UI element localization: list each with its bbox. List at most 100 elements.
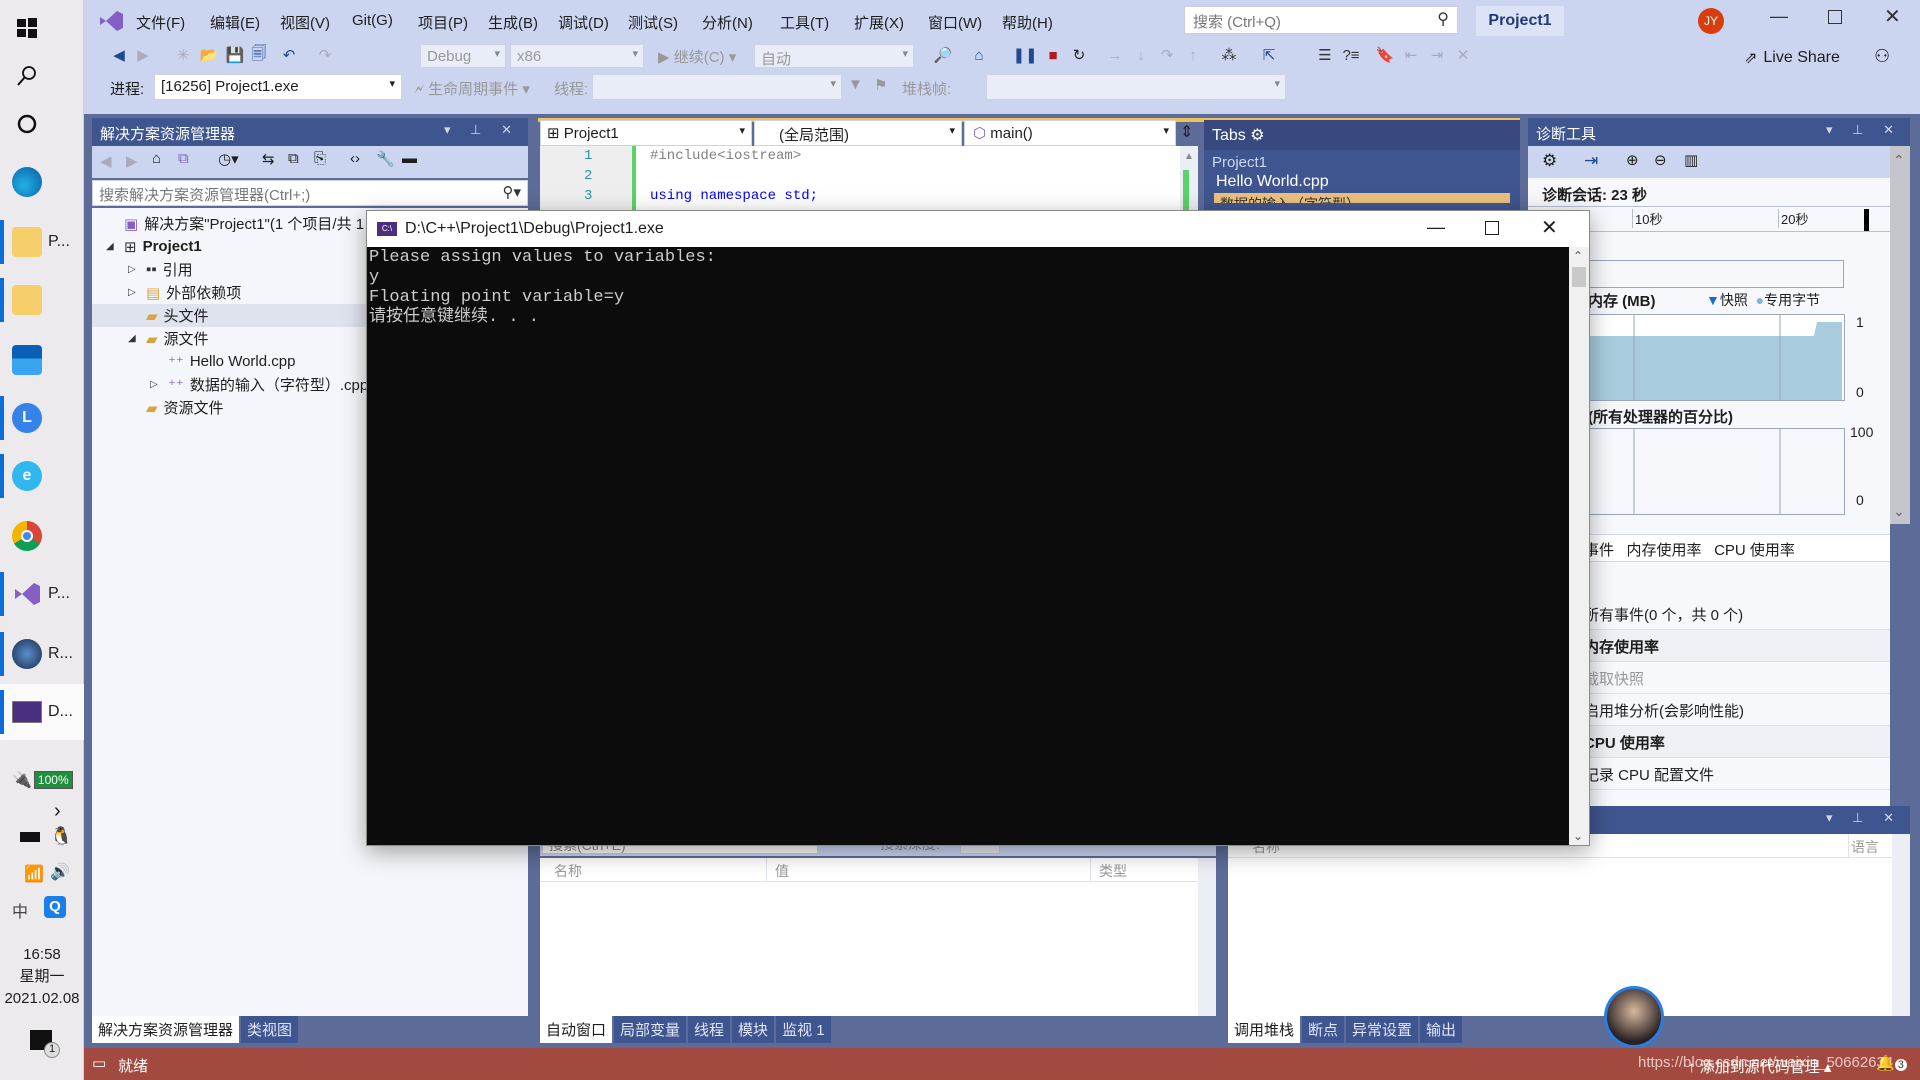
stackframe-select[interactable] [986,74,1286,100]
pane-controls[interactable]: ▾ ⊥ ✕ [1826,810,1902,826]
quick-search-input[interactable]: 搜索 (Ctrl+Q) ⚲ [1184,6,1458,34]
save-all-icon[interactable]: 🗐 [248,44,270,66]
taskbar-explorer-2[interactable] [0,272,84,328]
console-titlebar[interactable]: C:\ D:\C++\Project1\Debug\Project1.exe [367,211,1589,247]
tab-modules[interactable]: 模块 [732,1016,775,1043]
callstack-scrollbar[interactable] [1892,834,1910,1016]
tree-item[interactable]: ▷ ▪▪ 引用 [128,258,193,281]
show-next-statement-icon[interactable]: → [1104,44,1126,66]
cortana-button[interactable] [0,96,84,152]
home-icon[interactable]: ⌂ [152,150,161,167]
menu-item[interactable]: 窗口(W) [922,10,988,35]
pending-changes-icon[interactable]: ◷▾ [218,150,239,168]
tree-item[interactable]: ▣ 解决方案"Project1"(1 个项目/共 1 [106,212,364,235]
chevron-right-icon[interactable]: › [54,800,61,823]
expanded-arrow-icon[interactable]: ◢ [106,241,118,252]
autos-scrollbar[interactable] [1198,858,1216,1016]
expanded-arrow-icon[interactable]: ◢ [128,333,140,344]
zoom-out-icon[interactable]: ⊖ [1654,151,1667,169]
tab-class-view[interactable]: 类视图 [241,1016,299,1043]
tree-item[interactable]: ▷ ⁺⁺ 数据的输入（字符型）.cpp [150,373,368,396]
menu-item[interactable]: 项目(P) [412,10,474,35]
chart-icon[interactable]: ▥ [1684,151,1698,169]
taskbar-console[interactable]: D... [0,684,84,740]
wifi-icon[interactable]: 📶 [24,864,44,884]
minimize-button[interactable]: — [1770,6,1788,27]
tab-output[interactable]: 输出 [1420,1016,1463,1043]
taskbar-mail[interactable] [0,332,84,388]
scroll-up-icon[interactable]: ⌃ [1893,152,1905,169]
volume-icon[interactable]: 🔊 [50,862,70,882]
preview-icon[interactable]: ▬ [402,150,417,167]
console-maximize-button[interactable] [1485,221,1499,235]
column-name[interactable]: 名称 [540,858,766,881]
tree-item[interactable]: ▰ 头文件 [128,304,209,327]
clock[interactable]: 16:58 星期一 2021.02.08 [0,944,84,1010]
step-over-icon[interactable]: ↷ [1156,44,1178,66]
filter-flag-icon[interactable]: ⚑ [874,76,887,94]
menu-item[interactable]: 文件(F) [130,10,191,35]
live-share-button[interactable]: ⇗ Live Share [1744,48,1840,68]
stop-icon[interactable]: ■ [1042,44,1064,66]
redo-icon[interactable]: ↷ [314,44,336,66]
solution-search-input[interactable]: 搜索解决方案资源管理器(Ctrl+;) ⚲▾ [92,180,528,206]
column-type[interactable]: 类型 [1090,858,1198,881]
menu-item[interactable]: 视图(V) [274,10,336,35]
diagnostics-home-icon[interactable]: ⌂ [968,44,990,66]
tree-item[interactable]: ▷ ▤ 外部依赖项 [128,281,241,304]
continue-button[interactable]: ▶ 继续(C) ▾ [658,46,736,67]
code-editor[interactable]: 1 #include<iostream> 2 3 using namespace std… [540,146,1198,216]
tab-item[interactable]: Hello World.cpp [1204,171,1520,193]
console-minimize-button[interactable]: — [1427,217,1445,238]
output-window-icon[interactable]: ▭ [92,1054,106,1072]
console-close-button[interactable]: ✕ [1541,215,1558,240]
taskbar-chrome[interactable] [0,508,84,564]
menu-item[interactable]: Git(G) [346,10,399,31]
column-language[interactable]: 语言 [1848,834,1888,857]
configuration-select[interactable]: Debug [420,44,506,68]
feedback-icon[interactable]: ⚇ [1874,46,1890,67]
notification-center-icon[interactable]: 1 [30,1030,60,1058]
menu-item[interactable]: 调试(D) [552,10,615,35]
tab-call-stack[interactable]: 调用堆栈 [1228,1016,1301,1043]
scroll-thumb[interactable] [1572,267,1586,287]
editor-scrollbar[interactable]: ▲ [1180,146,1198,216]
diagnostics-scrollbar[interactable]: ⌃ ⌄ [1890,146,1910,524]
hex-display-icon[interactable]: ⁂ [1218,44,1240,66]
show-all-files-icon[interactable]: ⎘ [314,150,326,167]
menu-item[interactable]: 帮助(H) [996,10,1059,35]
member-nav-select[interactable]: ⬡ main() ▾ [964,120,1176,146]
project-nav-select[interactable]: ⊞ Project1 ▾ [540,120,752,146]
pane-controls[interactable]: ▾ ⊥ ✕ [444,122,520,138]
scroll-up-icon[interactable]: ⌃ [1573,249,1583,263]
clear-bookmarks-icon[interactable]: ✕ [1452,44,1474,66]
tree-item[interactable]: ◢ ⊞ Project1 [106,235,202,258]
step-into-icon[interactable]: ↓ [1130,44,1152,66]
tab-locals[interactable]: 局部变量 [614,1016,687,1043]
settings-icon[interactable]: ⚙ [1542,151,1557,171]
tab-threads[interactable]: 线程 [688,1016,731,1043]
tab-item-active[interactable]: 数据的输入（字符型） [1214,193,1510,203]
column-value[interactable]: 值 [766,858,1090,881]
properties-icon[interactable]: 🔧 [376,150,395,168]
find-in-files-icon[interactable]: 🔎 [932,44,954,66]
tab-solution-explorer[interactable]: 解决方案资源管理器 [92,1016,240,1043]
menu-item[interactable]: 扩展(X) [848,10,910,35]
taskbar-avatar-app[interactable]: R... [0,626,84,682]
floating-avatar[interactable] [1604,986,1664,1048]
menu-item[interactable]: 编辑(E) [204,10,266,35]
tree-item[interactable]: ⁺⁺ Hello World.cpp [150,350,295,373]
tab-autos[interactable]: 自动窗口 [540,1016,613,1043]
collapse-all-icon[interactable]: ⧉ [288,150,299,167]
collapsed-arrow-icon[interactable]: ▷ [128,264,140,275]
scroll-down-icon[interactable]: ⌄ [1893,503,1905,520]
time-cursor[interactable] [1864,209,1869,231]
split-editor-icon[interactable]: ⇕ [1180,122,1193,142]
thread-marker-icon[interactable]: ⇱ [1258,44,1280,66]
sync-icon[interactable]: ⇆ [262,150,275,168]
menu-item[interactable]: 工具(T) [774,10,835,35]
restore-button[interactable] [1828,10,1842,24]
console-window[interactable]: C:\ D:\C++\Project1\Debug\Project1.exe —… [366,210,1590,846]
code-line[interactable]: using namespace std; [650,188,818,204]
taskbar-explorer-1[interactable]: P... [0,214,84,270]
